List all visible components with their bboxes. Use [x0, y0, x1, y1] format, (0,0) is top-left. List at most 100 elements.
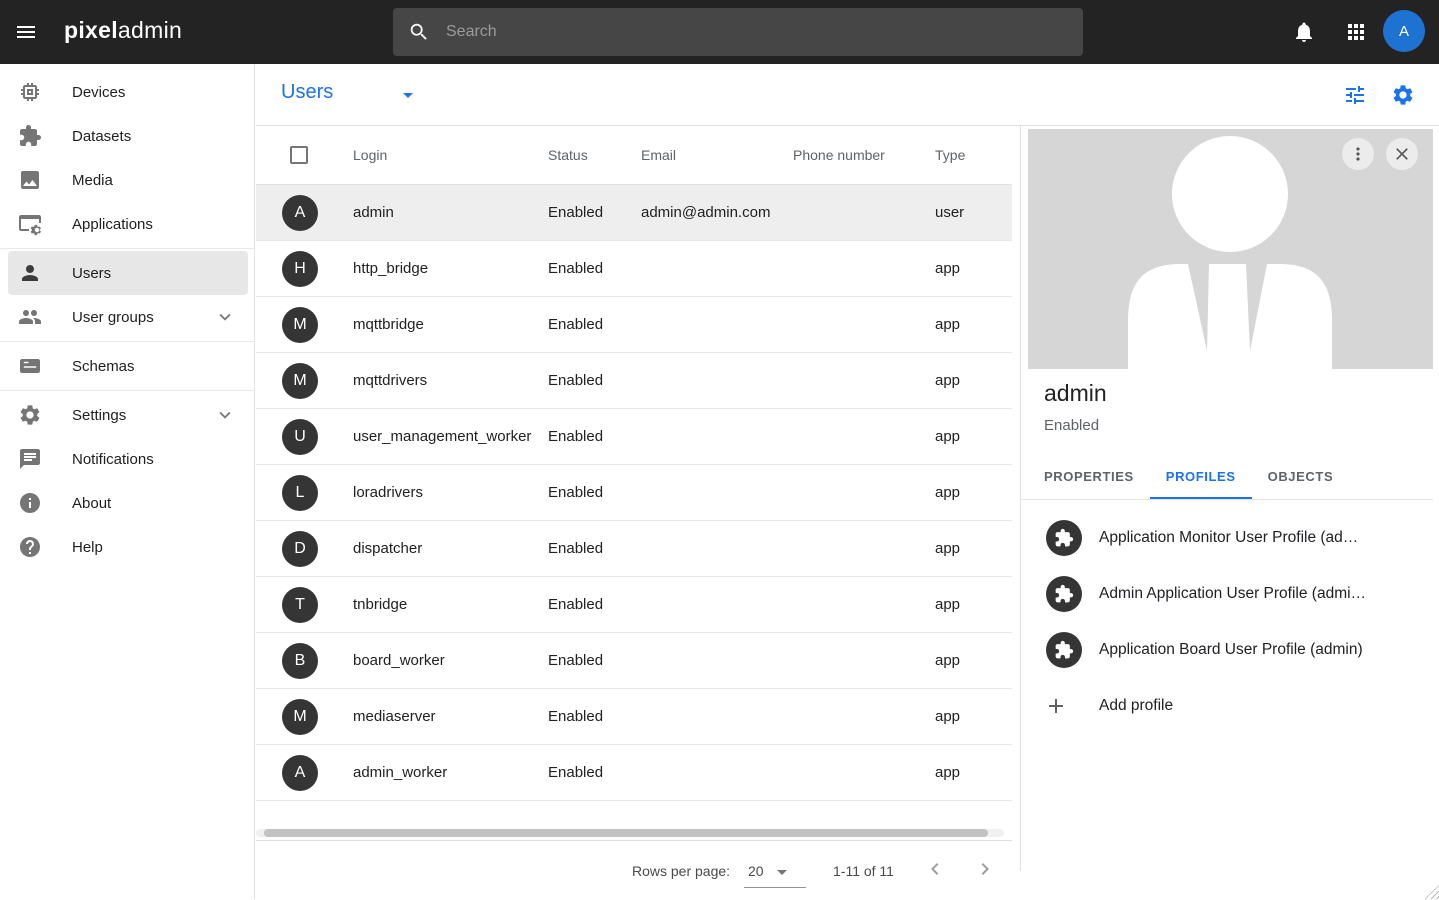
sidebar-item-label: Settings	[72, 407, 126, 424]
row-avatar: D	[282, 531, 318, 567]
search-input[interactable]	[444, 22, 1071, 42]
rows-per-page-underline	[744, 887, 806, 888]
sidebar-item-datasets[interactable]: Datasets	[8, 114, 248, 158]
cell-type: app	[935, 540, 1012, 557]
cell-status: Enabled	[548, 316, 641, 333]
chevron-down-icon	[214, 404, 236, 426]
close-panel-button[interactable]	[1386, 138, 1418, 170]
horizontal-scrollbar-thumb[interactable]	[264, 829, 988, 837]
sidebar-item-label: Devices	[72, 84, 125, 101]
app-logo: pixeladmin	[64, 17, 182, 44]
tab-profiles[interactable]: PROFILES	[1150, 456, 1252, 499]
profile-list-item[interactable]: Admin Application User Profile (admi…	[1021, 566, 1439, 622]
sidebar-item-user-groups[interactable]: User groups	[8, 295, 248, 339]
sidebar-item-label: About	[72, 495, 111, 512]
add-profile-button[interactable]: Add profile	[1021, 678, 1439, 734]
notifications-bell-icon[interactable]	[1292, 20, 1316, 44]
profile-list-item[interactable]: Application Board User Profile (admin)	[1021, 622, 1439, 678]
cell-type: app	[935, 484, 1012, 501]
user-avatar[interactable]: A	[1383, 10, 1425, 52]
search-bar[interactable]	[393, 8, 1083, 56]
sidebar-item-settings[interactable]: Settings	[8, 393, 248, 437]
sidebar-item-label: Schemas	[72, 358, 135, 375]
title-dropdown-caret-icon[interactable]	[396, 83, 420, 107]
profiles-list: Application Monitor User Profile (ad… Adm…	[1021, 510, 1439, 734]
sidebar-item-about[interactable]: About	[8, 481, 248, 525]
help-icon	[18, 535, 42, 559]
chevron-down-icon	[214, 306, 236, 328]
sidebar-item-label: User groups	[72, 309, 154, 326]
more-options-button[interactable]	[1342, 138, 1374, 170]
table-row-user_management_worker[interactable]: Uuser_management_workerEnabledapp	[256, 409, 1012, 465]
column-header-type: Type	[935, 147, 1012, 163]
sidebar-item-media[interactable]: Media	[8, 158, 248, 202]
image-icon	[18, 168, 42, 192]
cell-status: Enabled	[548, 708, 641, 725]
table-row-loradrivers[interactable]: LloradriversEnabledapp	[256, 465, 1012, 521]
sidebar-divider	[0, 390, 254, 391]
row-avatar: A	[282, 755, 318, 791]
cell-type: app	[935, 372, 1012, 389]
filter-tune-icon[interactable]	[1343, 83, 1367, 107]
content-header: Users	[256, 64, 1439, 126]
detail-status: Enabled	[1044, 417, 1099, 434]
sidebar-item-devices[interactable]: Devices	[8, 70, 248, 114]
profile-puzzle-badge	[1046, 632, 1082, 668]
profile-puzzle-badge	[1046, 520, 1082, 556]
cell-status: Enabled	[548, 372, 641, 389]
close-icon	[1392, 144, 1412, 164]
hamburger-menu-icon[interactable]	[14, 20, 38, 44]
apps-grid-icon[interactable]	[1344, 20, 1368, 44]
person-icon	[18, 261, 42, 285]
sidebar-item-users[interactable]: Users	[8, 251, 248, 295]
table-row-mqttdrivers[interactable]: MmqttdriversEnabledapp	[256, 353, 1012, 409]
page-title[interactable]: Users	[281, 81, 333, 104]
table-row-admin_worker[interactable]: Aadmin_workerEnabledapp	[256, 745, 1012, 801]
sidebar-item-label: Datasets	[72, 128, 131, 145]
sidebar-item-notifications[interactable]: Notifications	[8, 437, 248, 481]
cell-status: Enabled	[548, 540, 641, 557]
cell-status: Enabled	[548, 484, 641, 501]
tab-objects[interactable]: OBJECTS	[1252, 456, 1350, 499]
tab-properties[interactable]: PROPERTIES	[1028, 456, 1150, 499]
cell-email: admin@admin.com	[641, 204, 793, 221]
table-header-row: Login Status Email Phone number Type	[256, 126, 1012, 185]
profile-list-item[interactable]: Application Monitor User Profile (ad…	[1021, 510, 1439, 566]
sidebar-item-help[interactable]: Help	[8, 525, 248, 569]
sidebar-divider	[0, 341, 254, 342]
profile-puzzle-badge	[1046, 576, 1082, 612]
previous-page-button[interactable]	[923, 857, 947, 881]
table-row-mediaserver[interactable]: MmediaserverEnabledapp	[256, 689, 1012, 745]
cell-type: app	[935, 764, 1012, 781]
table-row-tnbridge[interactable]: TtnbridgeEnabledapp	[256, 577, 1012, 633]
sidebar-item-label: Media	[72, 172, 113, 189]
sidebar-item-schemas[interactable]: Schemas	[8, 344, 248, 388]
sidebar-item-label: Notifications	[72, 451, 154, 468]
column-header-phone: Phone number	[793, 147, 935, 163]
select-all-checkbox[interactable]	[290, 146, 308, 164]
cell-login: http_bridge	[353, 260, 548, 277]
row-avatar: M	[282, 699, 318, 735]
table-row-http_bridge[interactable]: Hhttp_bridgeEnabledapp	[256, 241, 1012, 297]
next-page-button[interactable]	[973, 857, 997, 881]
people-icon	[18, 305, 42, 329]
settings-gear-icon[interactable]	[1391, 83, 1415, 107]
table-row-mqttbridge[interactable]: MmqttbridgeEnabledapp	[256, 297, 1012, 353]
cell-status: Enabled	[548, 652, 641, 669]
topbar: pixeladmin A	[0, 0, 1439, 64]
table-row-admin[interactable]: AadminEnabledadmin@admin.comuser	[256, 185, 1012, 241]
cell-type: app	[935, 708, 1012, 725]
profile-label: Application Monitor User Profile (ad…	[1099, 529, 1358, 547]
rows-per-page-caret-icon[interactable]	[770, 860, 794, 884]
cell-type: app	[935, 260, 1012, 277]
rows-per-page-select[interactable]: 20	[748, 863, 764, 879]
app-window-icon	[18, 212, 42, 236]
row-avatar: L	[282, 475, 318, 511]
row-avatar: H	[282, 251, 318, 287]
search-icon	[408, 21, 430, 43]
table-row-dispatcher[interactable]: DdispatcherEnabledapp	[256, 521, 1012, 577]
chip-icon	[18, 80, 42, 104]
logo-light: admin	[118, 17, 182, 43]
table-row-board_worker[interactable]: Bboard_workerEnabledapp	[256, 633, 1012, 689]
sidebar-item-applications[interactable]: Applications	[8, 202, 248, 246]
